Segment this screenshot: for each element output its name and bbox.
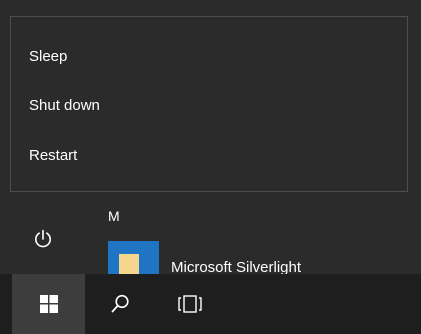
app-list-item-label[interactable]: Microsoft Silverlight [171,259,301,274]
start-button[interactable] [12,274,85,334]
task-view-icon [178,295,202,313]
shut-down-option[interactable]: Shut down [29,97,100,115]
taskbar [0,274,421,334]
app-list-section-header[interactable]: M [108,208,120,224]
restart-option[interactable]: Restart [29,147,77,165]
windows-logo-icon [39,295,58,313]
silverlight-app-icon[interactable] [108,241,159,274]
sleep-option[interactable]: Sleep [29,48,67,66]
search-icon [111,294,129,313]
search-button[interactable] [85,274,155,334]
power-options-flyout: Sleep Shut down Restart [10,16,408,192]
silverlight-app-icon-glyph [119,254,139,274]
task-view-button[interactable] [155,274,225,334]
power-button[interactable] [30,226,56,252]
power-icon [35,229,51,248]
start-menu: Sleep Shut down Restart M Microsoft Silv… [0,0,421,274]
